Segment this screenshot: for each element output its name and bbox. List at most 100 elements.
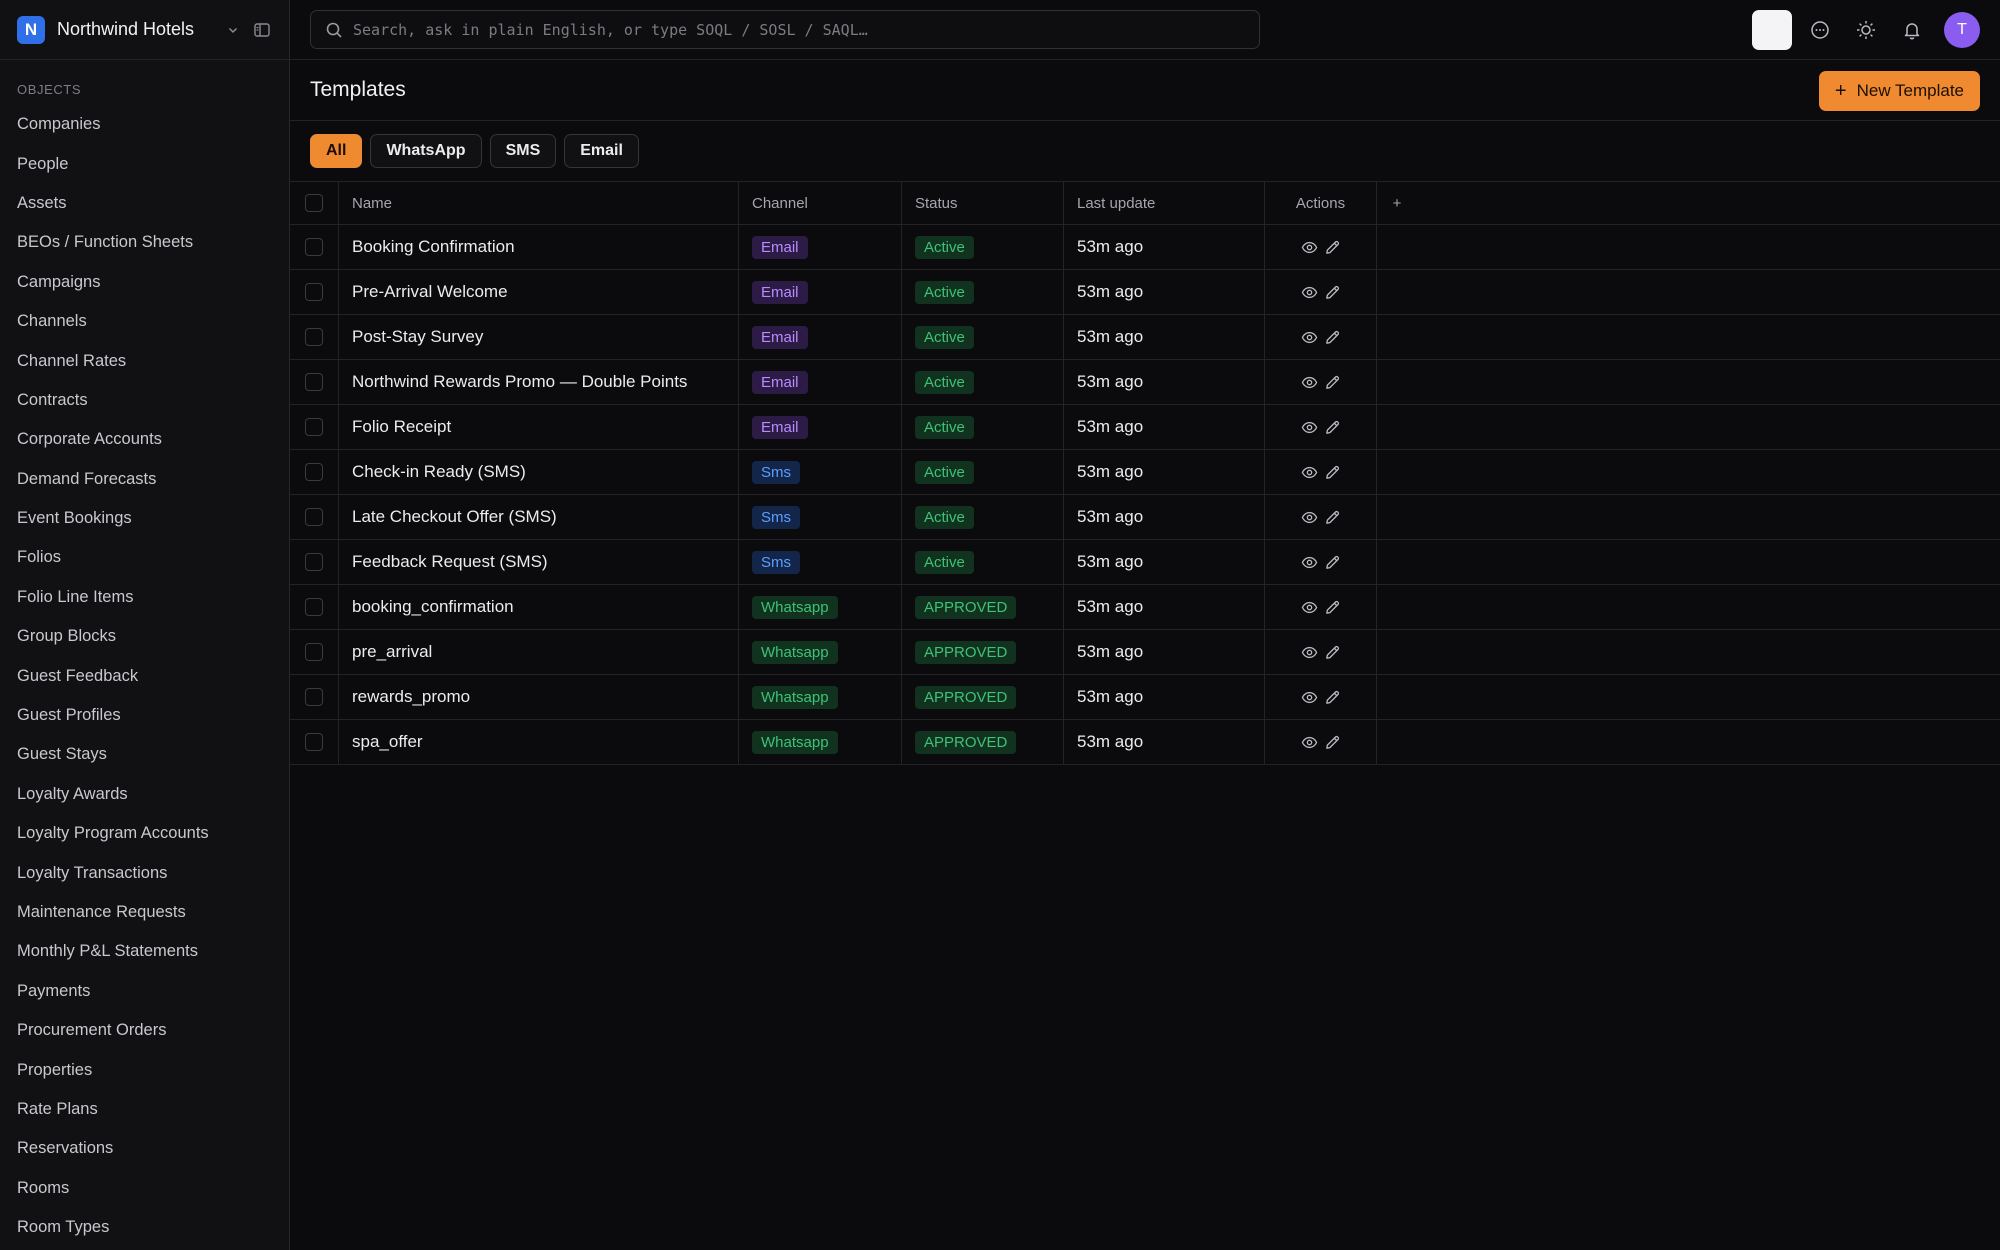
sidebar-item-companies[interactable]: Companies — [0, 105, 289, 144]
sidebar-item-maintenance-requests[interactable]: Maintenance Requests — [0, 893, 289, 932]
search-input[interactable] — [353, 20, 1233, 39]
column-header-last-update[interactable]: Last update — [1064, 182, 1265, 224]
table-row[interactable]: Booking Confirmation Email Active 53m ago — [290, 225, 2000, 270]
pencil-icon[interactable] — [1324, 374, 1341, 391]
eye-icon[interactable] — [1301, 554, 1318, 571]
chat-icon[interactable] — [1802, 10, 1838, 50]
chevron-down-icon[interactable] — [224, 21, 242, 39]
pencil-icon[interactable] — [1324, 554, 1341, 571]
search-bar[interactable] — [310, 10, 1260, 49]
sidebar-item-demand-forecasts[interactable]: Demand Forecasts — [0, 460, 289, 499]
eye-icon[interactable] — [1301, 734, 1318, 751]
eye-icon[interactable] — [1301, 599, 1318, 616]
theme-toggle-icon[interactable] — [1848, 10, 1884, 50]
eye-icon[interactable] — [1301, 509, 1318, 526]
sidebar-item-monthly-p-l-statements[interactable]: Monthly P&L Statements — [0, 932, 289, 971]
sidebar-item-corporate-accounts[interactable]: Corporate Accounts — [0, 420, 289, 459]
pencil-icon[interactable] — [1324, 734, 1341, 751]
table-row[interactable]: Check-in Ready (SMS) Sms Active 53m ago — [290, 450, 2000, 495]
add-column-icon[interactable]: + — [1377, 182, 1417, 224]
sidebar-item-procurement-orders[interactable]: Procurement Orders — [0, 1011, 289, 1050]
sidebar-item-payments[interactable]: Payments — [0, 972, 289, 1011]
sidebar-item-rate-plans[interactable]: Rate Plans — [0, 1090, 289, 1129]
template-name[interactable]: spa_offer — [339, 720, 739, 764]
sidebar-item-contracts[interactable]: Contracts — [0, 381, 289, 420]
sidebar-item-room-types[interactable]: Room Types — [0, 1208, 289, 1247]
template-name[interactable]: Folio Receipt — [339, 405, 739, 449]
avatar[interactable]: T — [1944, 12, 1980, 48]
sidebar-item-loyalty-awards[interactable]: Loyalty Awards — [0, 775, 289, 814]
filter-tab-whatsapp[interactable]: WhatsApp — [370, 134, 482, 168]
sidebar-item-people[interactable]: People — [0, 144, 289, 183]
row-checkbox[interactable] — [305, 688, 323, 706]
sidebar-item-channel-rates[interactable]: Channel Rates — [0, 341, 289, 380]
sidebar-item-beos-function-sheets[interactable]: BEOs / Function Sheets — [0, 223, 289, 262]
row-checkbox[interactable] — [305, 643, 323, 661]
new-template-button[interactable]: + New Template — [1818, 71, 1980, 111]
pencil-icon[interactable] — [1324, 284, 1341, 301]
pencil-icon[interactable] — [1324, 689, 1341, 706]
table-row[interactable]: booking_confirmation Whatsapp APPROVED 53m … — [290, 585, 2000, 630]
template-name[interactable]: Pre-Arrival Welcome — [339, 270, 739, 314]
filter-tab-all[interactable]: All — [310, 134, 363, 168]
sidebar-item-guest-stays[interactable]: Guest Stays — [0, 735, 289, 774]
column-header-name[interactable]: Name — [339, 182, 739, 224]
row-checkbox[interactable] — [305, 373, 323, 391]
sidebar-item-campaigns[interactable]: Campaigns — [0, 263, 289, 302]
table-row[interactable]: rewards_promo Whatsapp APPROVED 53m ago — [290, 675, 2000, 720]
table-row[interactable]: Northwind Rewards Promo — Double Points E… — [290, 360, 2000, 405]
row-checkbox[interactable] — [305, 238, 323, 256]
sidebar-item-assets[interactable]: Assets — [0, 184, 289, 223]
template-name[interactable]: Feedback Request (SMS) — [339, 540, 739, 584]
column-header-channel[interactable]: Channel — [739, 182, 902, 224]
sidebar-item-event-bookings[interactable]: Event Bookings — [0, 499, 289, 538]
pencil-icon[interactable] — [1324, 419, 1341, 436]
row-checkbox[interactable] — [305, 508, 323, 526]
eye-icon[interactable] — [1301, 689, 1318, 706]
eye-icon[interactable] — [1301, 644, 1318, 661]
eye-icon[interactable] — [1301, 329, 1318, 346]
pencil-icon[interactable] — [1324, 239, 1341, 256]
eye-icon[interactable] — [1301, 239, 1318, 256]
template-name[interactable]: booking_confirmation — [339, 585, 739, 629]
eye-icon[interactable] — [1301, 419, 1318, 436]
table-row[interactable]: spa_offer Whatsapp APPROVED 53m ago — [290, 720, 2000, 765]
row-checkbox[interactable] — [305, 328, 323, 346]
table-row[interactable]: Post-Stay Survey Email Active 53m ago — [290, 315, 2000, 360]
select-all-checkbox[interactable] — [305, 194, 323, 212]
sidebar-item-loyalty-transactions[interactable]: Loyalty Transactions — [0, 853, 289, 892]
workspace-switcher[interactable]: N Northwind Hotels — [0, 0, 289, 60]
sidebar-item-rooms[interactable]: Rooms — [0, 1169, 289, 1208]
pencil-icon[interactable] — [1324, 329, 1341, 346]
template-name[interactable]: Post-Stay Survey — [339, 315, 739, 359]
filter-tab-email[interactable]: Email — [564, 134, 639, 168]
row-checkbox[interactable] — [305, 598, 323, 616]
sidebar-item-reservations[interactable]: Reservations — [0, 1129, 289, 1168]
sidebar-item-channels[interactable]: Channels — [0, 302, 289, 341]
row-checkbox[interactable] — [305, 283, 323, 301]
template-name[interactable]: pre_arrival — [339, 630, 739, 674]
template-name[interactable]: rewards_promo — [339, 675, 739, 719]
pencil-icon[interactable] — [1324, 464, 1341, 481]
sidebar-toggle-icon[interactable] — [252, 20, 272, 40]
sidebar-item-folio-line-items[interactable]: Folio Line Items — [0, 578, 289, 617]
row-checkbox[interactable] — [305, 733, 323, 751]
sidebar-item-loyalty-program-accounts[interactable]: Loyalty Program Accounts — [0, 814, 289, 853]
template-name[interactable]: Booking Confirmation — [339, 225, 739, 269]
template-name[interactable]: Late Checkout Offer (SMS) — [339, 495, 739, 539]
eye-icon[interactable] — [1301, 374, 1318, 391]
table-row[interactable]: pre_arrival Whatsapp APPROVED 53m ago — [290, 630, 2000, 675]
row-checkbox[interactable] — [305, 553, 323, 571]
template-name[interactable]: Northwind Rewards Promo — Double Points — [339, 360, 739, 404]
row-checkbox[interactable] — [305, 463, 323, 481]
bell-icon[interactable] — [1894, 10, 1930, 50]
sidebar-item-guest-feedback[interactable]: Guest Feedback — [0, 656, 289, 695]
sidebar-item-properties[interactable]: Properties — [0, 1050, 289, 1089]
pencil-icon[interactable] — [1324, 644, 1341, 661]
sidebar-item-guest-profiles[interactable]: Guest Profiles — [0, 696, 289, 735]
eye-icon[interactable] — [1301, 464, 1318, 481]
eye-icon[interactable] — [1301, 284, 1318, 301]
template-name[interactable]: Check-in Ready (SMS) — [339, 450, 739, 494]
filter-tab-sms[interactable]: SMS — [489, 134, 557, 168]
table-row[interactable]: Feedback Request (SMS) Sms Active 53m ago — [290, 540, 2000, 585]
